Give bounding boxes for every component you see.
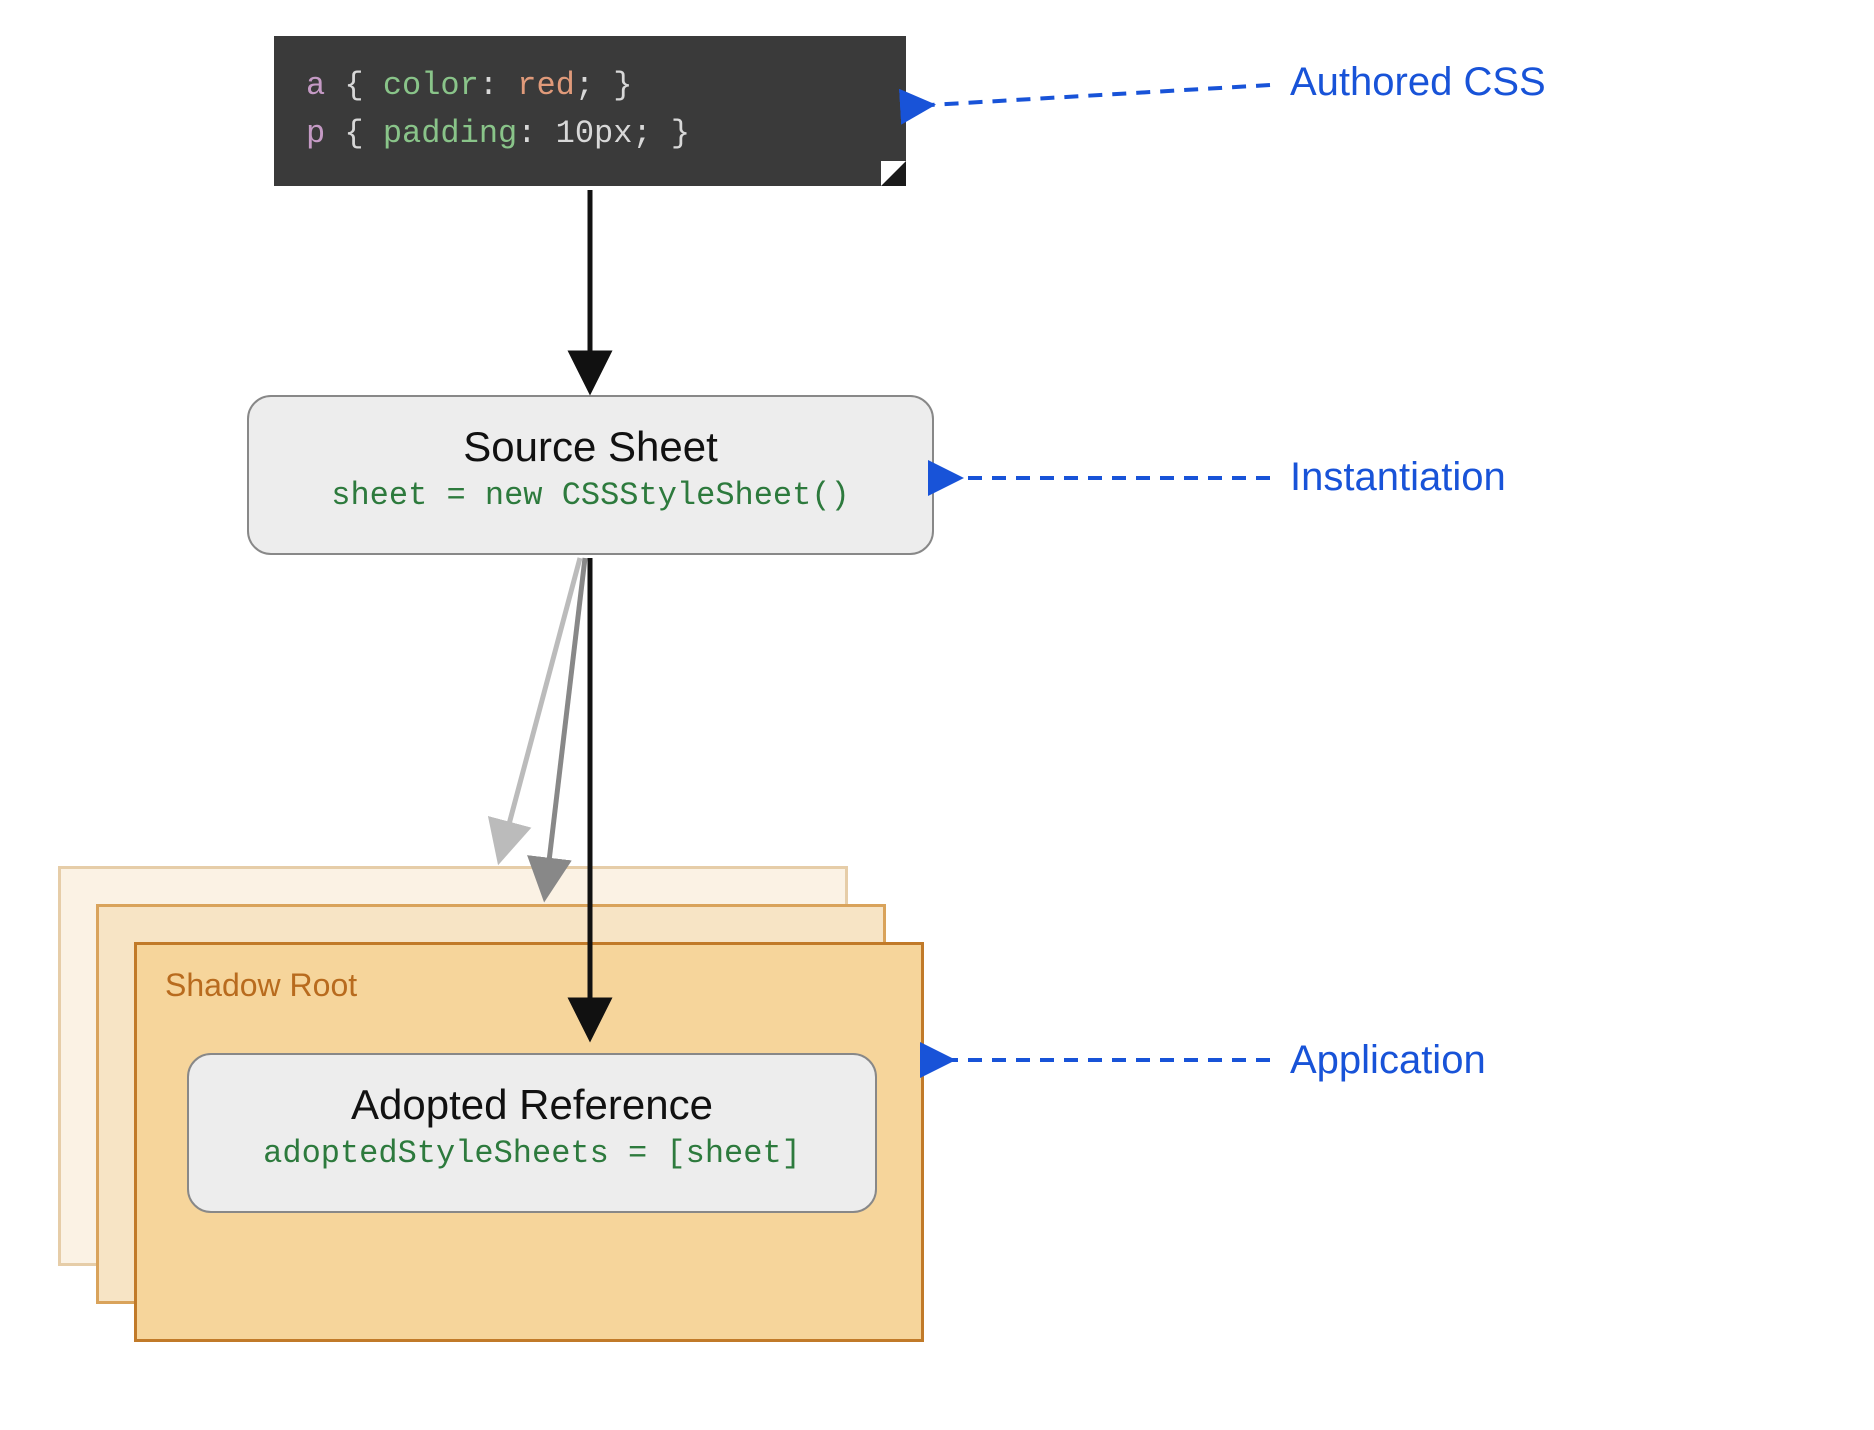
token-brace: } [613, 67, 632, 104]
shadow-root-panel-front: Shadow Root Adopted Reference adoptedSty… [134, 942, 924, 1342]
token-selector: a [306, 67, 325, 104]
authored-css-code-block: a { color: red; } p { padding: 10px; } [274, 36, 906, 186]
token-colon: : [479, 67, 517, 104]
token-brace: { [325, 115, 383, 152]
annotation-application: Application [1290, 1038, 1486, 1083]
token-value: red [517, 67, 575, 104]
token-brace: { [325, 67, 383, 104]
adopted-reference-title: Adopted Reference [189, 1081, 875, 1129]
adopted-reference-box: Adopted Reference adoptedStyleSheets = [… [187, 1053, 877, 1213]
annotation-instantiation: Instantiation [1290, 455, 1506, 500]
token-property: color [383, 67, 479, 104]
code-line-2: p { padding: 10px; } [306, 110, 874, 158]
arrow-source-to-mid [545, 558, 585, 895]
token-semi: ; [632, 115, 670, 152]
token-brace: } [671, 115, 690, 152]
token-semi: ; [575, 67, 613, 104]
annotation-authored-css: Authored CSS [1290, 60, 1546, 105]
source-sheet-title: Source Sheet [249, 423, 932, 471]
token-colon: : [517, 115, 555, 152]
page-fold-icon [881, 161, 906, 186]
token-selector: p [306, 115, 325, 152]
source-sheet-code: sheet = new CSSStyleSheet() [249, 477, 932, 514]
source-sheet-box: Source Sheet sheet = new CSSStyleSheet() [247, 395, 934, 555]
token-property: padding [383, 115, 517, 152]
shadow-root-label: Shadow Root [165, 967, 893, 1004]
token-value: 10px [556, 115, 633, 152]
adopted-reference-code: adoptedStyleSheets = [sheet] [189, 1135, 875, 1172]
arrow-source-to-back [500, 558, 580, 858]
arrow-annotation-authored [930, 85, 1270, 105]
code-line-1: a { color: red; } [306, 62, 874, 110]
